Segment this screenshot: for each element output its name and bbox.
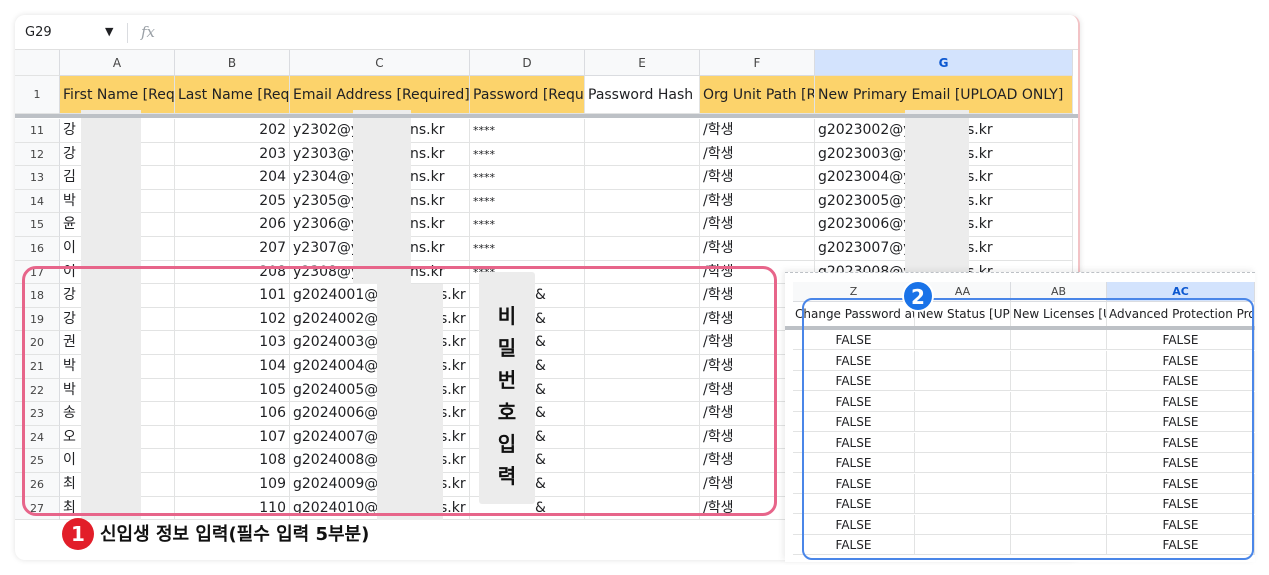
new-students-highlight	[22, 266, 777, 516]
email-local-part: g2023005@y	[818, 192, 912, 209]
email-local-part: y2303@y	[293, 145, 360, 162]
column-header-E[interactable]: E	[585, 50, 700, 76]
header-cell[interactable]: New Primary Email [UPLOAD ONLY]	[815, 76, 1073, 114]
row-header[interactable]: 1	[15, 76, 60, 114]
email-local-part: y2305@y	[293, 192, 360, 209]
email-domain: s.kr	[967, 240, 993, 256]
password-cell[interactable]: ****	[470, 119, 585, 143]
password-label-char: 입	[497, 432, 517, 456]
row-header[interactable]: 11	[15, 119, 60, 143]
last-name-cell[interactable]: 202	[175, 119, 290, 143]
email-local-part: g2023006@y	[818, 216, 912, 233]
email-domain: ns.kr	[410, 122, 445, 138]
column-header-D[interactable]: D	[470, 50, 585, 76]
chevron-down-icon[interactable]: ▼	[105, 25, 113, 38]
password-hash-cell[interactable]	[585, 237, 700, 261]
divider	[785, 272, 1255, 273]
row-header[interactable]: 14	[15, 189, 60, 214]
header-cell[interactable]: Last Name [Req	[175, 76, 290, 114]
last-name-cell[interactable]: 204	[175, 166, 290, 190]
row-header[interactable]: 13	[15, 166, 60, 190]
row-header[interactable]: 12	[15, 142, 60, 167]
email-domain: s.kr	[967, 169, 993, 186]
email-domain: ns.kr	[410, 216, 445, 233]
org-unit-cell[interactable]: /학생	[700, 166, 815, 190]
password-cell[interactable]: ****	[470, 189, 585, 214]
divider	[127, 23, 128, 43]
fx-icon: fx	[141, 23, 156, 41]
email-domain: ns.kr	[410, 169, 445, 186]
password-label-char: 비	[497, 304, 517, 328]
email-local-part: y2306@y	[293, 216, 360, 233]
password-cell[interactable]: ****	[470, 237, 585, 261]
org-unit-cell[interactable]: /학생	[700, 119, 815, 143]
column-header-B[interactable]: B	[175, 50, 290, 76]
select-all-corner[interactable]	[15, 50, 60, 76]
password-label-char: 호	[497, 400, 517, 424]
email-local-part: g2023004@y	[818, 169, 912, 186]
org-unit-cell[interactable]: /학생	[700, 213, 815, 237]
email-local-part: y2302@y	[293, 122, 360, 138]
org-unit-cell[interactable]: /학생	[700, 189, 815, 214]
email-domain: s.kr	[967, 216, 993, 233]
email-local-part: g2023002@y	[818, 122, 912, 138]
step-badge-2: 2	[902, 280, 934, 312]
row-header[interactable]: 15	[15, 213, 60, 237]
password-hash-cell[interactable]	[585, 213, 700, 237]
frozen-row-divider[interactable]	[15, 114, 1078, 118]
password-label-char: 력	[497, 464, 517, 488]
header-cell[interactable]: Org Unit Path [R	[700, 76, 815, 114]
password-hash-cell[interactable]	[585, 119, 700, 143]
column-header-C[interactable]: C	[290, 50, 470, 76]
email-domain: ns.kr	[410, 240, 445, 256]
header-cell[interactable]: Password Hash	[585, 76, 700, 114]
step-badge-1: 1	[62, 518, 94, 550]
password-cell[interactable]: ****	[470, 142, 585, 167]
email-local-part: g2023003@y	[818, 145, 912, 162]
column-header-G[interactable]: G	[815, 50, 1073, 76]
password-hash-cell[interactable]	[585, 189, 700, 214]
column-header-F[interactable]: F	[700, 50, 815, 76]
new-student-caption: 신입생 정보 입력(필수 입력 5부분)	[100, 524, 370, 545]
redacted-email	[905, 110, 969, 285]
org-unit-cell[interactable]: /학생	[700, 237, 815, 261]
last-name-cell[interactable]: 207	[175, 237, 290, 261]
password-label-char: 밀	[497, 336, 517, 360]
email-domain: s.kr	[967, 192, 993, 209]
column-header-A[interactable]: A	[60, 50, 175, 76]
email-domain: s.kr	[967, 145, 993, 162]
email-domain: s.kr	[967, 122, 993, 138]
password-hash-cell[interactable]	[585, 142, 700, 167]
email-local-part: y2304@y	[293, 169, 360, 186]
last-name-cell[interactable]: 206	[175, 213, 290, 237]
password-label-char: 번	[497, 368, 517, 392]
email-local-part: g2023007@y	[818, 240, 912, 256]
email-domain: ns.kr	[410, 145, 445, 162]
email-domain: ns.kr	[410, 192, 445, 209]
header-cell[interactable]: Email Address [Required]	[290, 76, 470, 114]
name-box[interactable]: G29	[25, 25, 52, 40]
last-name-cell[interactable]: 205	[175, 189, 290, 214]
last-name-cell[interactable]: 203	[175, 142, 290, 167]
password-cell[interactable]: ****	[470, 213, 585, 237]
org-unit-cell[interactable]: /학생	[700, 142, 815, 167]
row-header[interactable]: 16	[15, 237, 60, 261]
status-columns-highlight	[802, 298, 1254, 560]
header-cell[interactable]: First Name [Req	[60, 76, 175, 114]
formula-bar: G29 ▼ fx	[15, 15, 1078, 50]
password-input-label: 비밀번호입력	[479, 272, 535, 504]
redacted-email	[353, 110, 411, 285]
header-cell[interactable]: Password [Requ	[470, 76, 585, 114]
email-local-part: y2307@y	[293, 240, 360, 256]
password-hash-cell[interactable]	[585, 166, 700, 190]
password-cell[interactable]: ****	[470, 166, 585, 190]
